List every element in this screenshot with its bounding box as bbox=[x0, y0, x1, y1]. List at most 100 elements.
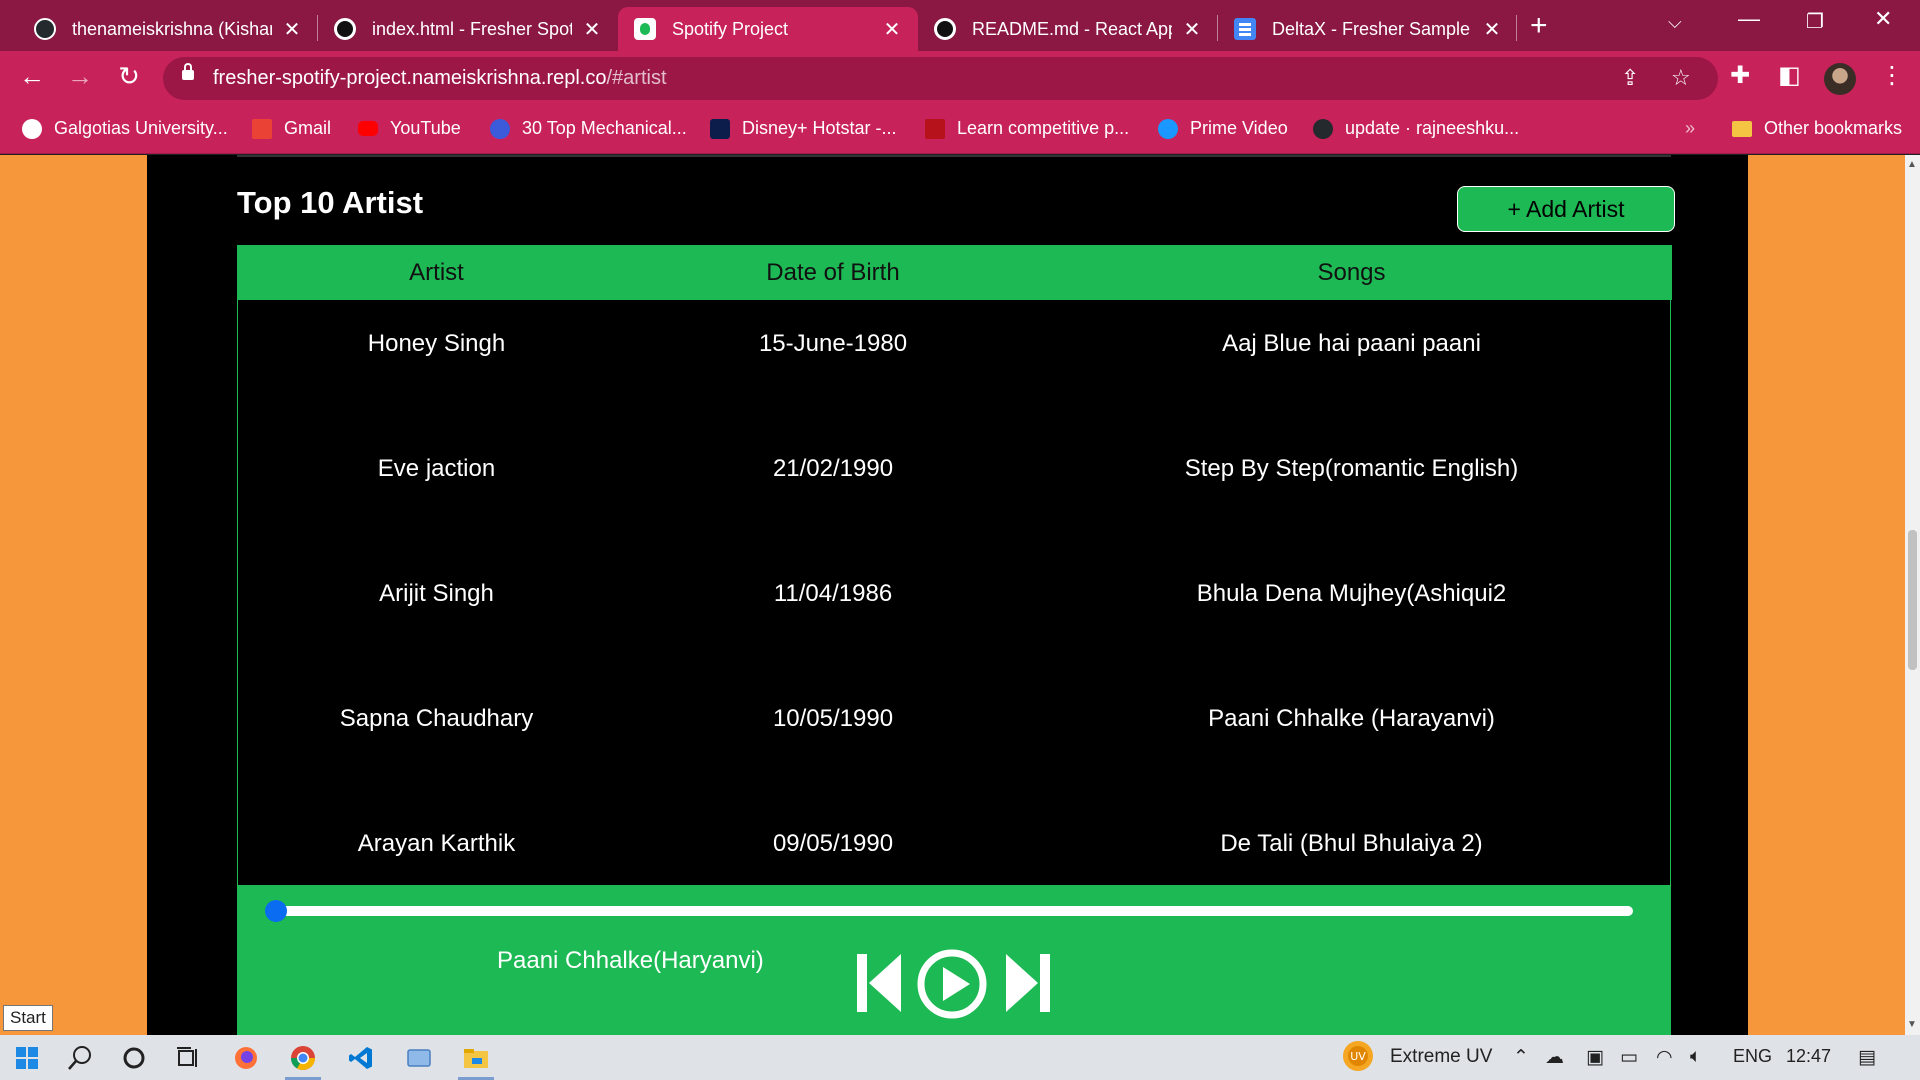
bookmark-label: Disney+ Hotstar -... bbox=[742, 118, 897, 138]
tab-title: thenameiskrishna (Kishan bbox=[72, 18, 272, 39]
bookmark-label: Gmail bbox=[284, 118, 332, 138]
table-row: Eve jaction 21/02/1990 Step By Step(roma… bbox=[238, 455, 1672, 580]
extensions-puzzle-icon[interactable]: ✚ bbox=[1730, 61, 1750, 90]
table-row: Sapna Chaudhary 10/05/1990 Paani Chhalke… bbox=[238, 705, 1672, 830]
task-view-icon[interactable] bbox=[166, 1041, 210, 1075]
battery-icon[interactable]: ▭ bbox=[1620, 1046, 1638, 1069]
scroll-up-arrow-icon[interactable]: ▲ bbox=[1907, 159, 1917, 170]
bookmark-competitive[interactable]: Learn competitive p... bbox=[925, 118, 1129, 139]
close-tab-icon[interactable]: ✕ bbox=[1180, 17, 1204, 42]
hotstar-icon bbox=[710, 118, 730, 139]
chrome-taskbar-icon[interactable] bbox=[281, 1041, 325, 1080]
clock[interactable]: 12:47 bbox=[1786, 1046, 1831, 1067]
bookmarks-bar: Galgotias University... Gmail YouTube 30… bbox=[0, 106, 1920, 154]
songs-cell: Paani Chhalke (Harayanvi) bbox=[1208, 705, 1495, 732]
songs-cell: De Tali (Bhul Bhulaiya 2) bbox=[1220, 830, 1483, 857]
app-window-icon[interactable] bbox=[397, 1041, 441, 1075]
share-icon[interactable]: ⇪ bbox=[1621, 65, 1639, 91]
file-explorer-icon[interactable] bbox=[454, 1041, 498, 1080]
tab-index-html[interactable]: index.html - Fresher Spoti ✕ bbox=[318, 7, 618, 51]
bookmark-youtube[interactable]: YouTube bbox=[358, 118, 461, 139]
tab-strip: thenameiskrishna (Kishan ✕ index.html - … bbox=[0, 0, 1920, 51]
tab-title: DeltaX - Fresher Sample A bbox=[1272, 18, 1472, 39]
previous-track-icon[interactable] bbox=[855, 950, 903, 1016]
notifications-icon[interactable]: ▤ bbox=[1858, 1046, 1876, 1069]
side-panel-icon[interactable]: ◧ bbox=[1778, 61, 1801, 90]
windows-start-icon[interactable] bbox=[5, 1041, 49, 1075]
bookmark-hotstar[interactable]: Disney+ Hotstar -... bbox=[710, 118, 897, 139]
prime-video-icon bbox=[1158, 118, 1178, 139]
youtube-icon bbox=[358, 121, 378, 136]
address-bar[interactable]: fresher-spotify-project.nameiskrishna.re… bbox=[163, 57, 1718, 100]
play-icon[interactable] bbox=[916, 948, 988, 1020]
bookmark-label: Galgotias University... bbox=[54, 118, 228, 138]
close-window-icon[interactable]: ✕ bbox=[1874, 6, 1892, 32]
tab-github[interactable]: thenameiskrishna (Kishan ✕ bbox=[18, 7, 318, 51]
reload-icon[interactable]: ↻ bbox=[112, 61, 146, 92]
replit-icon bbox=[334, 18, 356, 40]
seek-handle[interactable] bbox=[265, 900, 287, 922]
url-text: fresher-spotify-project.nameiskrishna.re… bbox=[213, 67, 667, 90]
book-icon bbox=[925, 118, 945, 139]
bookmark-star-icon[interactable]: ☆ bbox=[1671, 65, 1691, 91]
page-viewport: Top 10 Artist + Add Artist Artist Date o… bbox=[0, 155, 1905, 1035]
artist-cell: Arayan Karthik bbox=[357, 830, 516, 857]
close-tab-icon[interactable]: ✕ bbox=[280, 17, 304, 42]
bookmark-gmail[interactable]: Gmail bbox=[252, 118, 331, 139]
profile-avatar[interactable] bbox=[1824, 63, 1856, 95]
start-tooltip: Start bbox=[3, 1005, 53, 1031]
artist-cell: Eve jaction bbox=[377, 455, 496, 482]
page-scrollbar[interactable]: ▲ ▼ bbox=[1905, 155, 1920, 1035]
column-header-dob: Date of Birth bbox=[766, 259, 900, 286]
bookmark-label: update · rajneeshku... bbox=[1345, 118, 1520, 138]
tab-readme[interactable]: README.md - React App ✕ bbox=[918, 7, 1218, 51]
volume-icon[interactable]: 🔈︎ bbox=[1690, 1046, 1701, 1068]
vscode-icon[interactable] bbox=[339, 1041, 383, 1075]
table-row: Honey Singh 15-June-1980 Aaj Blue hai pa… bbox=[238, 330, 1672, 455]
tab-deltax[interactable]: DeltaX - Fresher Sample A ✕ bbox=[1218, 7, 1518, 51]
tab-search-chevron-icon[interactable]: ⌵ bbox=[1668, 12, 1682, 33]
tray-chevron-icon[interactable]: ⌃ bbox=[1513, 1046, 1529, 1069]
meet-now-icon[interactable]: ▣ bbox=[1586, 1046, 1604, 1069]
weather-uv-icon[interactable]: UV bbox=[1336, 1039, 1380, 1073]
tab-title: README.md - React App bbox=[972, 18, 1172, 39]
scroll-down-arrow-icon[interactable]: ▼ bbox=[1907, 1019, 1917, 1030]
table-row: Arijit Singh 11/04/1986 Bhula Dena Mujhe… bbox=[238, 580, 1672, 705]
bookmark-label: Learn competitive p... bbox=[957, 118, 1130, 138]
other-bookmarks[interactable]: Other bookmarks bbox=[1732, 118, 1902, 139]
close-tab-icon[interactable]: ✕ bbox=[580, 17, 604, 42]
next-track-icon[interactable] bbox=[1004, 950, 1052, 1016]
dob-cell: 11/04/1986 bbox=[773, 580, 893, 607]
windows-taskbar: UV Extreme UV ⌃ ☁ ▣ ▭ ◠ 🔈︎ ENG 12:47 ▤ bbox=[0, 1035, 1920, 1080]
restore-window-icon[interactable]: ❐ bbox=[1806, 9, 1824, 34]
back-arrow-icon[interactable]: ← bbox=[15, 61, 49, 92]
minimize-icon[interactable]: — bbox=[1738, 6, 1760, 32]
language-indicator[interactable]: ENG bbox=[1733, 1046, 1772, 1067]
close-tab-icon[interactable]: ✕ bbox=[880, 17, 904, 42]
search-icon[interactable] bbox=[58, 1041, 102, 1075]
wifi-icon[interactable]: ◠ bbox=[1656, 1046, 1673, 1069]
more-bookmarks-chevron-icon[interactable]: » bbox=[1685, 118, 1695, 139]
weather-text[interactable]: Extreme UV bbox=[1390, 1046, 1492, 1068]
songs-cell: Bhula Dena Mujhey(Ashiqui2 bbox=[1196, 580, 1507, 607]
tab-spotify-project[interactable]: Spotify Project ✕ bbox=[618, 7, 918, 51]
onedrive-cloud-icon[interactable]: ☁ bbox=[1545, 1046, 1564, 1069]
bookmark-github-update[interactable]: update · rajneeshku... bbox=[1313, 118, 1519, 139]
music-player: Paani Chhalke(Haryanvi) bbox=[237, 885, 1671, 1035]
scrollbar-thumb[interactable] bbox=[1908, 530, 1917, 670]
forward-arrow-icon[interactable]: → bbox=[63, 61, 97, 92]
bookmark-mechanical[interactable]: 30 Top Mechanical... bbox=[490, 118, 687, 139]
firefox-icon[interactable] bbox=[224, 1041, 268, 1075]
url-path: /#artist bbox=[606, 67, 667, 89]
add-artist-button[interactable]: + Add Artist bbox=[1457, 186, 1675, 232]
bookmark-galgotias[interactable]: Galgotias University... bbox=[22, 118, 228, 139]
now-playing-title: Paani Chhalke(Haryanvi) bbox=[497, 947, 764, 974]
artist-cell: Sapna Chaudhary bbox=[339, 705, 534, 732]
new-tab-button[interactable]: + bbox=[1530, 9, 1548, 43]
tab-title: Spotify Project bbox=[672, 18, 789, 39]
cortana-icon[interactable] bbox=[112, 1041, 156, 1075]
more-menu-icon[interactable]: ⋮ bbox=[1880, 61, 1904, 90]
bookmark-prime-video[interactable]: Prime Video bbox=[1158, 118, 1288, 139]
close-tab-icon[interactable]: ✕ bbox=[1480, 17, 1504, 42]
seek-bar[interactable] bbox=[275, 906, 1633, 916]
